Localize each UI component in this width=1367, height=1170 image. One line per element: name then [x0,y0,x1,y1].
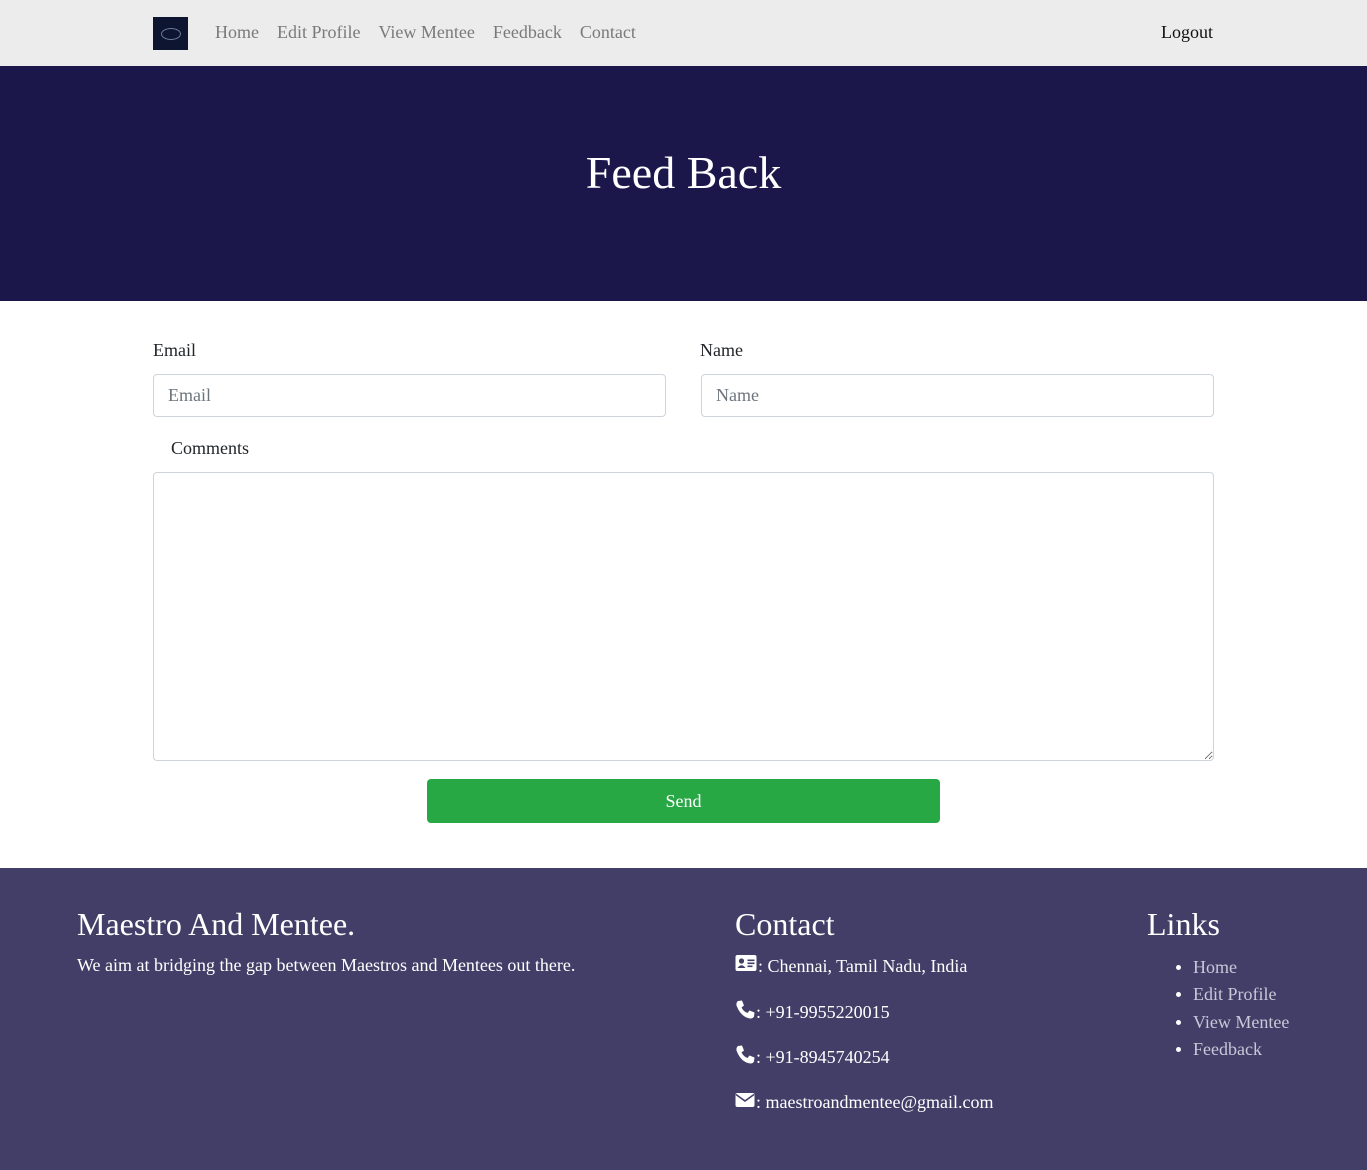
navbar: Home Edit Profile View Mentee Feedback C… [0,0,1367,66]
footer-about-heading: Maestro And Mentee. [77,906,356,942]
footer-link-edit-profile[interactable]: Edit Profile [1175,981,1289,1008]
footer-contact-heading: Contact [735,906,835,942]
footer-links-heading: Links [1147,906,1220,942]
phone-icon [735,1045,756,1069]
nav-link-home[interactable]: Home [215,21,259,43]
contact-phone-2-text: : +91-8945740254 [756,1047,890,1067]
contact-phone-2: : +91-8945740254 [735,1045,890,1069]
contact-address: : Chennai, Tamil Nadu, India [735,954,967,977]
nav-links: Home Edit Profile View Mentee Feedback C… [215,21,654,43]
name-label: Name [700,340,743,360]
nav-link-edit-profile[interactable]: Edit Profile [277,21,361,43]
footer-link-view-mentee[interactable]: View Mentee [1175,1009,1289,1036]
footer-link-feedback[interactable]: Feedback [1175,1036,1289,1063]
envelope-icon [735,1091,756,1113]
logo-mark [160,27,181,40]
nav-link-contact[interactable]: Contact [580,21,636,43]
contact-address-text: : Chennai, Tamil Nadu, India [758,955,968,976]
phone-icon [735,1000,756,1024]
address-card-icon [735,954,758,977]
hero-banner: Feed Back [0,66,1367,301]
contact-phone-1-text: : +91-9955220015 [756,1002,890,1022]
logout-link[interactable]: Logout [1161,21,1213,43]
name-input[interactable] [701,374,1214,417]
nav-link-feedback[interactable]: Feedback [493,21,562,43]
email-input[interactable] [153,374,666,417]
contact-phone-1: : +91-9955220015 [735,1000,890,1024]
send-button[interactable]: Send [427,779,940,823]
contact-email-text: : maestroandmentee@gmail.com [756,1092,994,1112]
page-title: Feed Back [585,147,782,198]
contact-email: : maestroandmentee@gmail.com [735,1091,994,1113]
comments-textarea[interactable] [153,472,1214,761]
footer-links-list: Home Edit Profile View Mentee Feedback [1175,954,1289,1063]
logo[interactable] [153,17,188,50]
email-label: Email [153,340,196,360]
comments-label: Comments [171,438,250,458]
nav-link-view-mentee[interactable]: View Mentee [379,21,475,43]
footer-about-text: We aim at bridging the gap between Maest… [77,955,576,975]
footer-link-home[interactable]: Home [1175,954,1289,981]
